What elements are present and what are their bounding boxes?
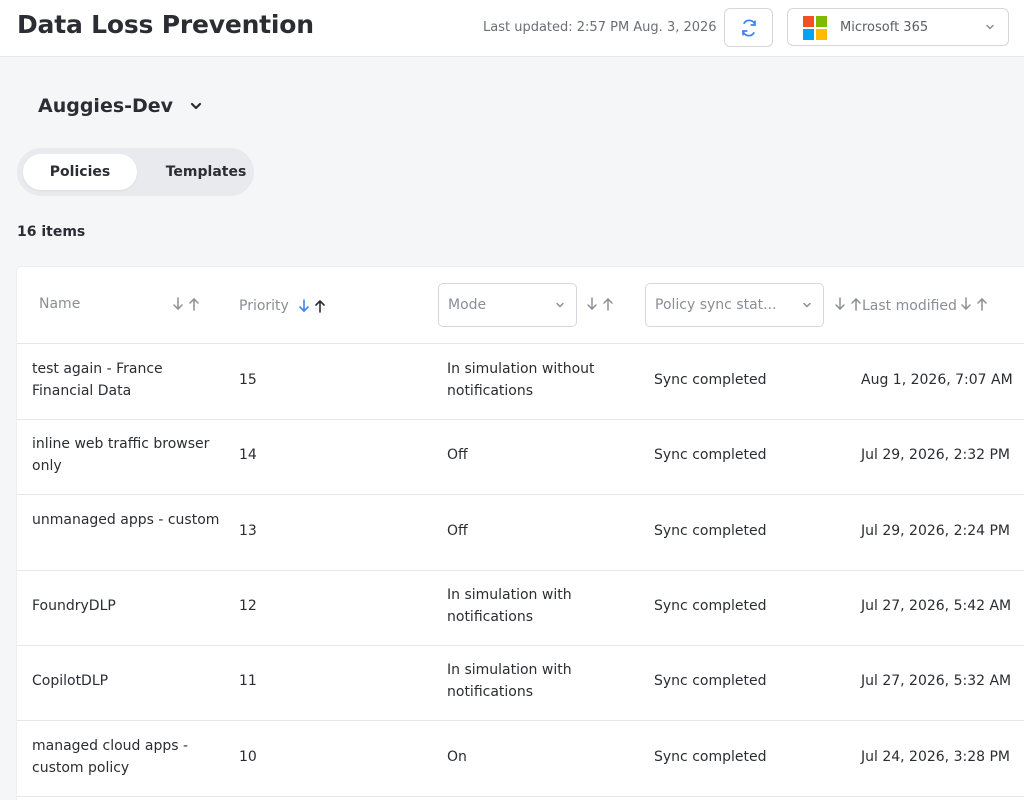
items-count: 16 items <box>17 224 86 240</box>
table-row[interactable]: managed cloud apps - custom policy 10 On… <box>17 721 1024 797</box>
sort-ascending-icon[interactable] <box>314 299 326 313</box>
mode-filter-label: Mode <box>448 297 487 313</box>
column-header-name[interactable]: Name <box>39 296 80 312</box>
sort-descending-icon[interactable] <box>834 297 846 311</box>
policy-mode: On <box>447 749 467 765</box>
workspace-name: Auggies-Dev <box>38 95 174 117</box>
policy-priority: 11 <box>239 673 257 689</box>
sort-controls-mode[interactable] <box>586 297 614 311</box>
policy-mode: Off <box>447 523 468 539</box>
table-row[interactable]: test again - France Financial Data 15 In… <box>17 344 1024 420</box>
chevron-down-icon <box>986 24 994 30</box>
column-header-priority[interactable]: Priority <box>239 298 289 314</box>
sort-ascending-icon[interactable] <box>188 297 200 311</box>
policy-sync-status: Sync completed <box>654 749 767 765</box>
last-updated-text: Last updated: 2:57 PM Aug. 3, 2026 <box>483 20 717 35</box>
page-title: Data Loss Prevention <box>17 10 314 39</box>
sort-descending-icon[interactable] <box>172 297 184 311</box>
tenant-label: Microsoft 365 <box>840 20 929 35</box>
microsoft-logo-icon <box>803 16 827 40</box>
table-row[interactable]: unmanaged apps - custom 13 Off Sync comp… <box>17 495 1024 571</box>
policy-sync-status: Sync completed <box>654 523 767 539</box>
policy-sync-status: Sync completed <box>654 598 767 614</box>
policy-last-modified: Jul 27, 2026, 5:32 AM <box>861 673 1012 689</box>
policy-priority: 13 <box>239 523 257 539</box>
policy-name[interactable]: test again - France Financial Data <box>32 358 222 402</box>
policy-last-modified: Jul 24, 2026, 3:28 PM <box>861 749 1010 765</box>
tab-templates[interactable]: Templates <box>145 154 267 190</box>
column-header-last-modified[interactable]: Last modified <box>862 298 957 314</box>
mode-filter-select[interactable]: Mode <box>438 283 577 327</box>
policy-priority: 15 <box>239 372 257 388</box>
workspace-selector[interactable]: Auggies-Dev <box>38 95 203 117</box>
sort-descending-icon[interactable] <box>960 297 972 311</box>
sync-status-filter-select[interactable]: Policy sync stat... <box>645 283 824 327</box>
policy-priority: 10 <box>239 749 257 765</box>
table-row[interactable]: CopilotDLP 11 In simulation with notific… <box>17 645 1024 721</box>
policy-name[interactable]: FoundryDLP <box>32 595 222 617</box>
policy-last-modified: Jul 29, 2026, 2:24 PM <box>861 523 1010 539</box>
chevron-down-icon <box>556 302 564 308</box>
policy-priority: 14 <box>239 447 257 463</box>
sort-controls-sync-status[interactable] <box>834 297 862 311</box>
sort-descending-icon[interactable] <box>586 297 598 311</box>
policy-last-modified: Jul 27, 2026, 5:42 AM <box>861 598 1012 614</box>
sort-controls-last-modified[interactable] <box>960 297 988 311</box>
policy-sync-status: Sync completed <box>654 673 767 689</box>
policy-name[interactable]: inline web traffic browser only <box>32 433 222 477</box>
sync-status-filter-label: Policy sync stat... <box>655 297 777 313</box>
policy-sync-status: Sync completed <box>654 447 767 463</box>
top-bar: Data Loss Prevention Last updated: 2:57 … <box>0 0 1024 57</box>
policy-priority: 12 <box>239 598 257 614</box>
policy-name[interactable]: CopilotDLP <box>32 670 222 692</box>
refresh-icon <box>741 19 756 36</box>
refresh-button[interactable] <box>724 8 773 47</box>
sort-descending-icon[interactable] <box>298 299 310 313</box>
sort-ascending-icon[interactable] <box>850 297 862 311</box>
policies-table: Name Priority Mode Policy sync stat... L… <box>17 267 1024 800</box>
policy-last-modified: Jul 29, 2026, 2:32 PM <box>861 447 1010 463</box>
tab-policies[interactable]: Policies <box>23 154 137 190</box>
table-row[interactable]: FoundryDLP 12 In simulation with notific… <box>17 570 1024 646</box>
sort-controls-priority[interactable] <box>298 299 326 313</box>
sort-ascending-icon[interactable] <box>976 297 988 311</box>
policy-name[interactable]: managed cloud apps - custom policy <box>32 735 222 779</box>
policy-sync-status: Sync completed <box>654 372 767 388</box>
policy-mode: Off <box>447 447 468 463</box>
sort-controls-name[interactable] <box>172 297 200 311</box>
chevron-down-icon <box>803 302 811 308</box>
table-row[interactable]: inline web traffic browser only 14 Off S… <box>17 419 1024 495</box>
table-header: Name Priority Mode Policy sync stat... L… <box>17 267 1024 344</box>
policy-mode: In simulation with notifications <box>447 587 572 625</box>
sort-ascending-icon[interactable] <box>602 297 614 311</box>
policy-last-modified: Aug 1, 2026, 7:07 AM <box>861 372 1013 388</box>
policy-name[interactable]: unmanaged apps - custom <box>32 509 222 531</box>
tenant-select[interactable]: Microsoft 365 <box>787 8 1009 46</box>
view-tabs: Policies Templates <box>17 148 254 196</box>
policy-mode: In simulation without notifications <box>447 361 595 399</box>
policy-mode: In simulation with notifications <box>447 662 572 700</box>
chevron-down-icon <box>190 102 202 110</box>
